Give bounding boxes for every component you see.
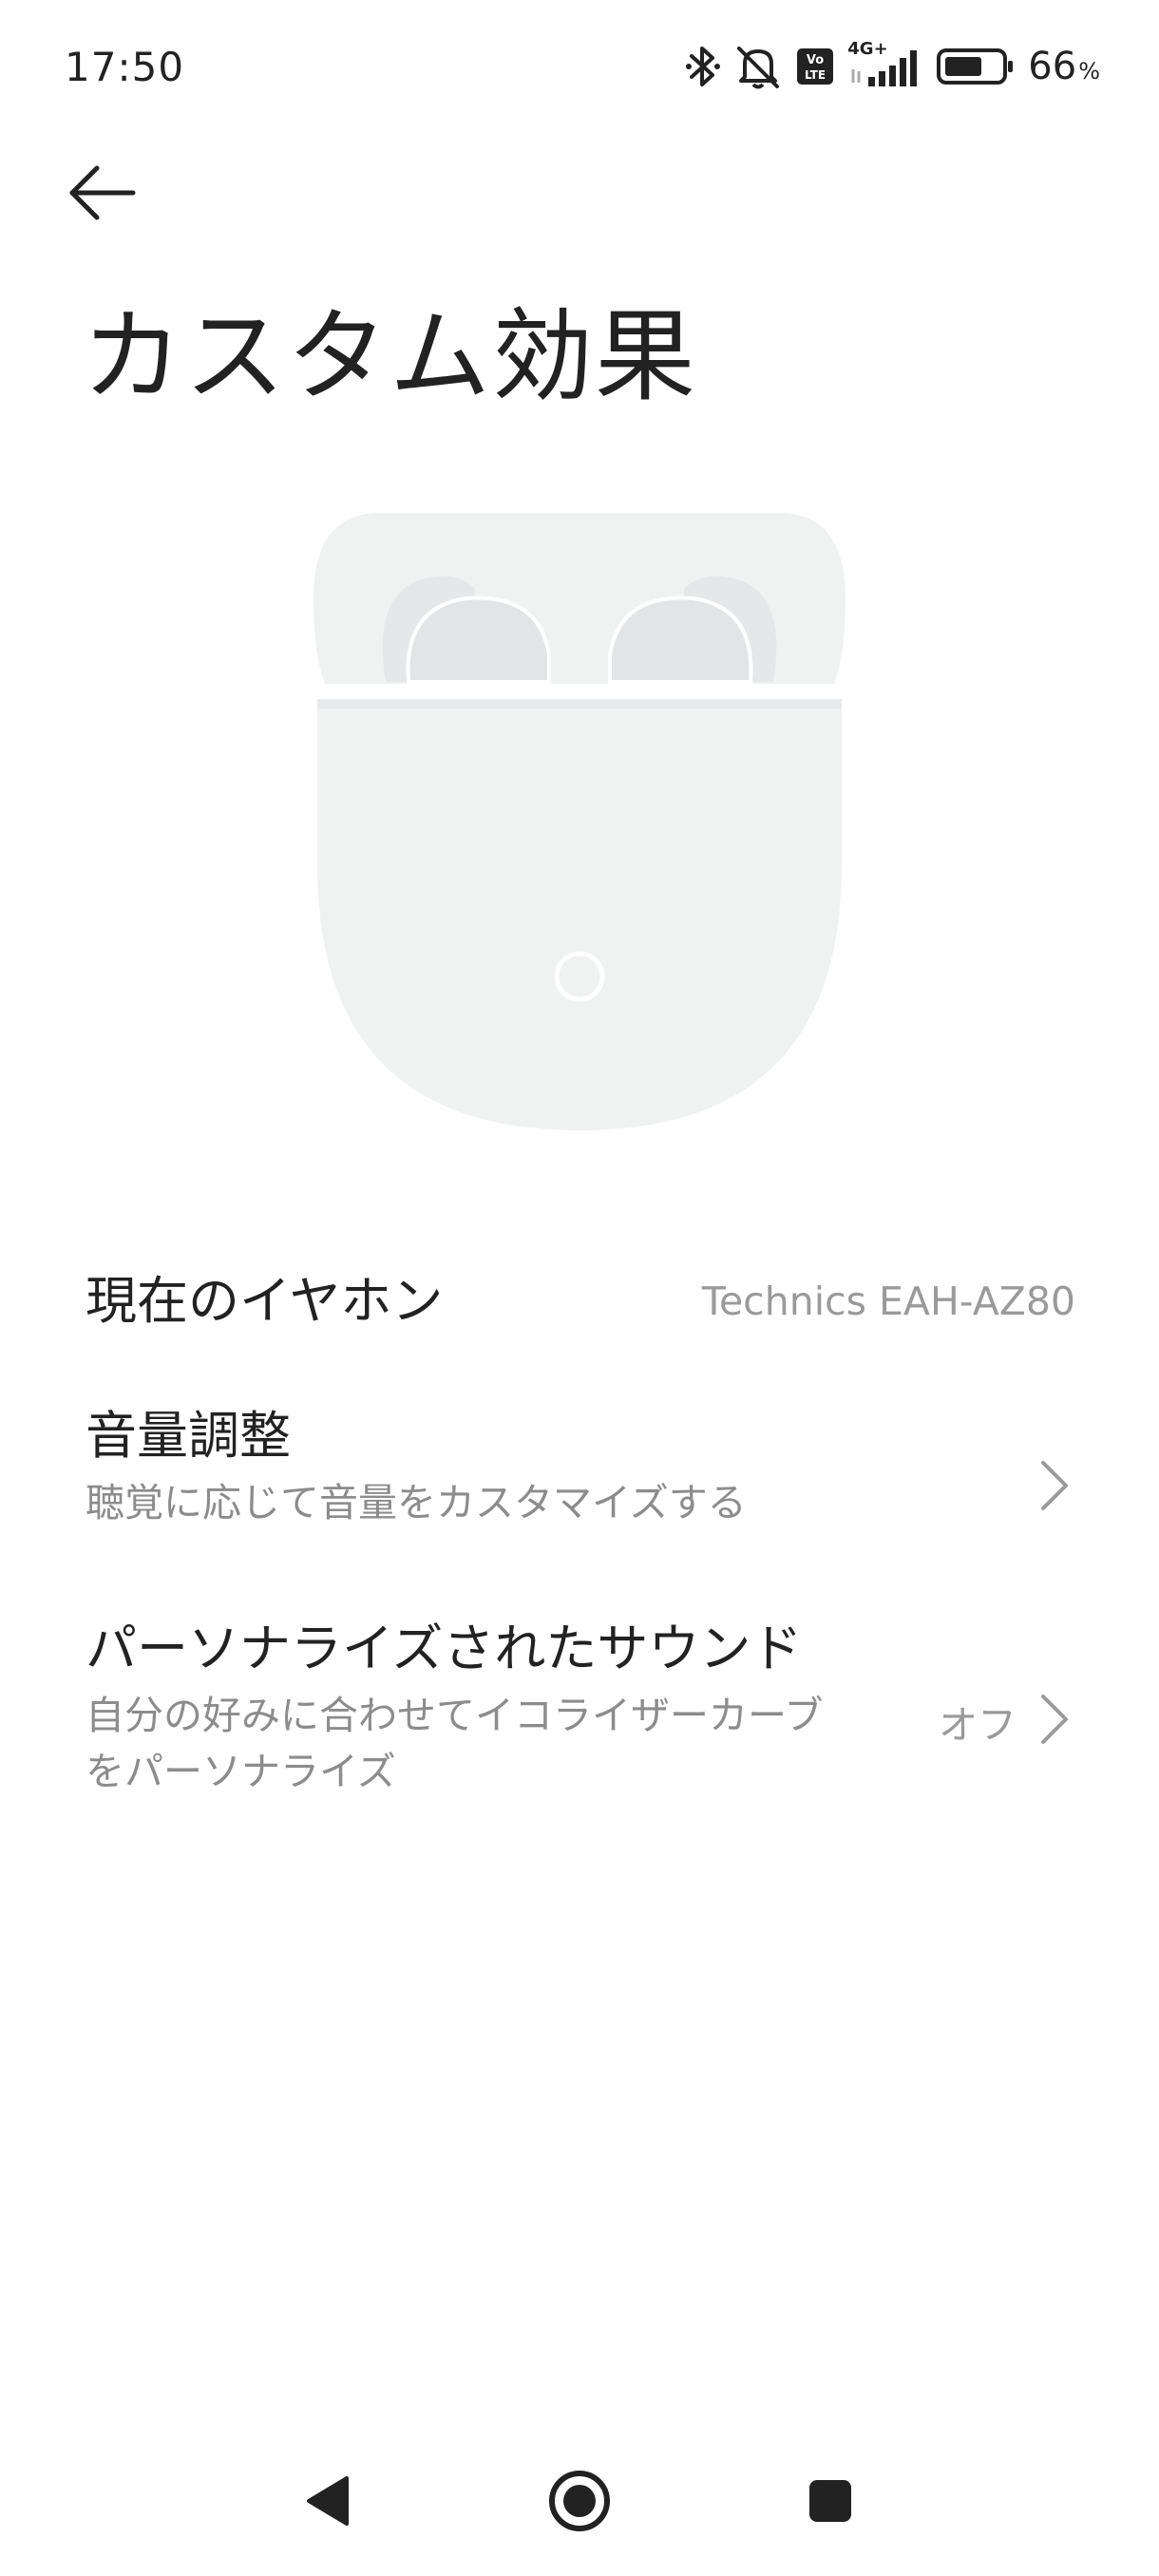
current-earphone-value: Technics EAH-AZ80 [701, 1279, 1075, 1324]
volume-adjust-text: 音量調整 聴覚に応じて音量をカスタマイズする [86, 1406, 893, 1533]
battery-percent: 66% [1028, 45, 1100, 88]
page-title: カスタム効果 [82, 298, 697, 415]
status-icons: Vo LTE 4G+ 66 % [686, 38, 1100, 95]
status-bar: 17:50 Vo LTE 4G+ 66 % [0, 0, 1159, 137]
personalized-sound-status: オフ [939, 1702, 1016, 1748]
chevron-right-icon [1037, 1457, 1072, 1514]
current-earphone-label: 現在のイヤホン [86, 1271, 444, 1331]
volume-adjust-title: 音量調整 [86, 1406, 291, 1466]
battery-percent-value: 66 [1028, 45, 1077, 88]
personalized-sound-title: パーソナライズされたサウンド [86, 1619, 803, 1678]
navigation-bar [0, 2432, 1159, 2576]
personalized-sound-subtitle-line1: 自分の好みに合わせてイコライザーカーブ [86, 1692, 824, 1738]
current-earphone-row: 現在のイヤホン Technics EAH-AZ80 [0, 1225, 1159, 1387]
nav-back-button[interactable] [285, 2460, 370, 2546]
circle-home-icon [546, 2468, 613, 2538]
signal-icon: 4G+ [847, 39, 923, 90]
status-time: 17:50 [65, 44, 185, 90]
battery-percent-unit: % [1078, 58, 1100, 85]
square-recents-icon [806, 2476, 855, 2529]
nav-recents-button[interactable] [788, 2460, 873, 2546]
personalized-sound-text: パーソナライズされたサウンド 自分の好みに合わせてイコライザーカーブ をパーソナ… [86, 1619, 893, 1803]
personalized-sound-subtitle-line2: をパーソナライズ [86, 1749, 396, 1795]
svg-text:Vo: Vo [807, 53, 824, 67]
custom-effects-screen: 17:50 Vo LTE 4G+ 66 % カスタム効果 現在のイヤホン Tec… [0, 0, 1159, 2576]
volte-icon: Vo LTE [796, 47, 834, 85]
back-button[interactable] [66, 152, 171, 237]
triangle-back-icon [301, 2472, 354, 2533]
arrow-left-icon [66, 164, 139, 225]
svg-text:LTE: LTE [805, 68, 826, 82]
nav-home-button[interactable] [537, 2460, 622, 2546]
personalized-sound-subtitle: 自分の好みに合わせてイコライザーカーブ をパーソナライズ [86, 1686, 893, 1803]
volume-adjust-subtitle: 聴覚に応じて音量をカスタマイズする [86, 1479, 747, 1525]
personalized-sound-row[interactable]: パーソナライズされたサウンド 自分の好みに合わせてイコライザーカーブ をパーソナ… [0, 1605, 1159, 1852]
chevron-right-icon [1037, 1691, 1072, 1748]
settings-list: 現在のイヤホン Technics EAH-AZ80 音量調整 聴覚に応じて音量を… [0, 1225, 1159, 1852]
volume-adjust-row[interactable]: 音量調整 聴覚に応じて音量をカスタマイズする [0, 1387, 1159, 1605]
muted-bell-icon [733, 43, 783, 90]
battery-icon [937, 47, 1015, 85]
earbuds-case-illustration [314, 513, 846, 1130]
bluetooth-icon [686, 43, 721, 90]
